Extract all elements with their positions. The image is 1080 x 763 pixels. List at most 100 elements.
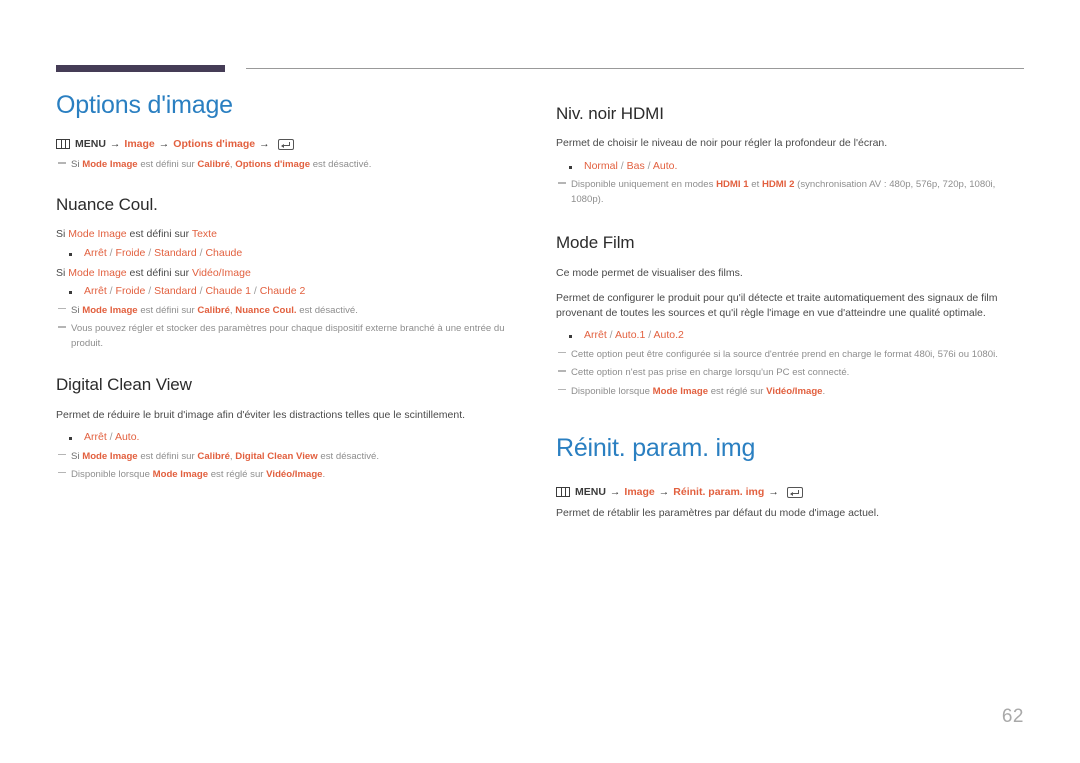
- note2-term-mode-image: Mode Image: [152, 468, 209, 480]
- condition-video-image: Si Mode Image est défini sur Vidéo/Image: [56, 266, 534, 282]
- note-term-nuance-coul: Nuance Coul.: [235, 305, 297, 317]
- note2-suffix: .: [322, 468, 326, 480]
- cond-term-texte: Texte: [191, 228, 217, 241]
- header-rule: [56, 63, 1024, 75]
- note-suffix: est désactivé.: [296, 305, 358, 317]
- note-prefix: Si: [71, 159, 83, 171]
- section-title-niv-noir-hdmi: Niv. noir HDMI: [556, 104, 664, 123]
- condition-texte: Si Mode Image est défini sur Texte: [56, 227, 534, 243]
- note-term-dcv: Digital Clean View: [235, 450, 318, 462]
- description-reinit-param-img: Permet de rétablir les paramètres par dé…: [556, 507, 880, 520]
- note-term-options-dimage: Options d'image: [235, 159, 311, 171]
- right-column: Niv. noir HDMI Permet de choisir le nive…: [556, 92, 1028, 544]
- note3-prefix: Disponible lorsque: [571, 385, 653, 397]
- note2-mid-1: est réglé sur: [208, 468, 267, 480]
- note-options-disabled: Si Mode Image est défini sur Calibré, Op…: [56, 158, 534, 172]
- menu-path-label: MENU: [75, 137, 106, 150]
- note3-mid-1: est réglé sur: [708, 385, 767, 397]
- option-arret: Arrêt: [84, 285, 107, 298]
- note-mid-1: est défini sur: [137, 159, 198, 171]
- menu-path-item-options: Options d'image: [173, 137, 256, 150]
- note-term-hdmi-2: HDMI 2: [761, 179, 795, 191]
- note-hdmi-availability: Disponible uniquement en modes HDMI 1 et…: [556, 178, 1028, 207]
- note2-term-video-image: Vidéo/Image: [266, 468, 323, 480]
- chapter-title: Options d'image: [56, 91, 233, 119]
- description-niv-noir-hdmi: Permet de choisir le niveau de noir pour…: [556, 137, 888, 150]
- option-chaude-2: Chaude 2: [259, 285, 306, 298]
- section-options-dimage: Options d'image MENU → Image → Options d…: [56, 91, 534, 173]
- list-item: Normal / Bas / Auto.: [556, 159, 1028, 175]
- section-mode-film: Mode Film Ce mode permet de visualiser d…: [556, 233, 1028, 399]
- manual-page: Options d'image MENU → Image → Options d…: [0, 0, 1080, 763]
- note-term-mode-image: Mode Image: [82, 159, 138, 171]
- header-thin-line: [246, 68, 1024, 69]
- note-dcv-availability: Disponible lorsque Mode Image est réglé …: [56, 468, 534, 482]
- cond-pre: Si: [56, 228, 69, 241]
- menu-path-label: MENU: [575, 485, 606, 498]
- list-item: Arrêt / Auto.1 / Auto.2: [556, 328, 1028, 344]
- option-auto: Auto.: [652, 159, 678, 172]
- note-mid-1: est défini sur: [137, 450, 198, 462]
- cond-term-mode-image: Mode Image: [68, 228, 127, 241]
- menu-grid-icon: [556, 487, 570, 498]
- note-prefix: Si: [71, 450, 83, 462]
- note-suffix: est désactivé.: [317, 450, 380, 462]
- section-reinit-param-img: Réinit. param. img MENU → Image → Réinit…: [556, 435, 1028, 521]
- options-mode-film: Arrêt / Auto.1 / Auto.2: [556, 328, 1028, 344]
- option-froide: Froide: [115, 285, 146, 298]
- option-arret: Arrêt: [84, 246, 107, 259]
- menu-path-arrow-1: →: [609, 485, 621, 498]
- options-digital-clean-view: Arrêt / Auto.: [56, 430, 534, 446]
- list-item: Arrêt / Froide / Standard / Chaude 1 / C…: [56, 284, 534, 300]
- cond2-term-mode-image: Mode Image: [68, 266, 127, 279]
- menu-path-arrow-3: →: [259, 137, 270, 150]
- menu-path-options-dimage: MENU → Image → Options d'image →: [56, 137, 534, 153]
- list-item: Arrêt / Froide / Standard / Chaude: [56, 246, 534, 262]
- cond2-pre: Si: [56, 266, 69, 279]
- option-auto: Auto.: [114, 430, 140, 443]
- menu-path-arrow-1: →: [109, 137, 121, 150]
- note-term-mode-image: Mode Image: [82, 305, 138, 317]
- option-auto-1: Auto.1: [614, 329, 646, 342]
- note-mode-film-format: Cette option peut être configurée si la …: [556, 348, 1028, 362]
- note-mid-1: est défini sur: [137, 305, 198, 317]
- cond-mid: est défini sur: [126, 228, 192, 241]
- list-item: Arrêt / Auto.: [56, 430, 534, 446]
- section-title-mode-film: Mode Film: [556, 233, 635, 253]
- menu-path-arrow-2: →: [658, 485, 670, 498]
- menu-path-item-image: Image: [124, 137, 155, 150]
- note3-term-mode-image: Mode Image: [652, 385, 709, 397]
- option-normal: Normal: [584, 159, 618, 172]
- section-nuance-coul: Nuance Coul. Si Mode Image est défini su…: [56, 195, 534, 352]
- note3-term-video-image: Vidéo/Image: [766, 385, 823, 397]
- cond2-mid: est défini sur: [126, 266, 193, 279]
- note-mode-film-availability: Disponible lorsque Mode Image est réglé …: [556, 385, 1028, 399]
- section-digital-clean-view: Digital Clean View Permet de réduire le …: [56, 375, 534, 482]
- option-arret: Arrêt: [584, 329, 607, 342]
- note-term-hdmi-1: HDMI 1: [716, 179, 749, 191]
- note3-suffix: .: [822, 385, 826, 397]
- section-title-nuance-coul: Nuance Coul.: [56, 194, 158, 214]
- chapter-title-reinit: Réinit. param. img: [556, 434, 756, 463]
- note2-prefix: Disponible lorsque: [71, 468, 153, 480]
- note-term-calibre: Calibré: [197, 450, 230, 462]
- option-bas: Bas: [626, 159, 645, 172]
- note-mode-film-pc: Cette option n'est pas prise en charge l…: [556, 366, 1028, 380]
- menu-path-item-reinit: Réinit. param. img: [673, 485, 765, 498]
- note-term-calibre: Calibré: [197, 159, 230, 171]
- header-accent-bar: [56, 65, 225, 72]
- option-chaude-1: Chaude 1: [205, 285, 251, 298]
- note-nuance-coul-disabled: Si Mode Image est défini sur Calibré, Nu…: [56, 304, 534, 318]
- section-niv-noir-hdmi: Niv. noir HDMI Permet de choisir le nive…: [556, 104, 1028, 207]
- note-prefix: Disponible uniquement en modes: [571, 179, 717, 191]
- left-column: Options d'image MENU → Image → Options d…: [56, 91, 534, 504]
- enter-key-icon: [277, 138, 294, 150]
- menu-grid-icon: [56, 139, 70, 150]
- cond2-term-video-image: Vidéo/Image: [192, 266, 251, 279]
- description-digital-clean-view: Permet de réduire le bruit d'image afin …: [56, 408, 466, 421]
- page-number: 62: [1001, 706, 1024, 727]
- note-term-mode-image: Mode Image: [82, 450, 138, 462]
- options-niv-noir-hdmi: Normal / Bas / Auto.: [556, 159, 1028, 175]
- options-nuance-coul-texte: Arrêt / Froide / Standard / Chaude: [56, 246, 534, 262]
- options-nuance-coul-video: Arrêt / Froide / Standard / Chaude 1 / C…: [56, 284, 534, 300]
